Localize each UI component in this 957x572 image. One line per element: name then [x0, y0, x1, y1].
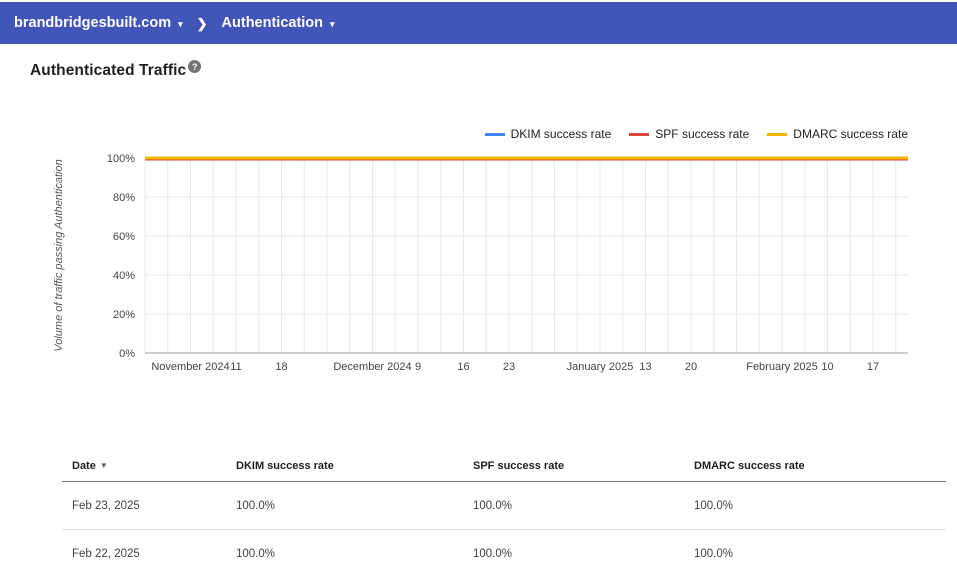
svg-text:9: 9 — [415, 361, 421, 373]
table-cell: 100.0% — [473, 548, 513, 560]
svg-text:40%: 40% — [113, 270, 135, 282]
column-header-date[interactable]: Date ▼ — [62, 460, 226, 472]
legend-line-swatch — [767, 132, 788, 136]
chevron-right-icon: ❯ — [196, 16, 208, 31]
legend-line-swatch — [629, 132, 650, 136]
column-header-dmarc-success-rate[interactable]: DMARC success rate — [684, 460, 946, 472]
svg-text:November 2024: November 2024 — [151, 361, 229, 373]
svg-text:13: 13 — [639, 361, 651, 373]
legend-item: SPF success rate — [629, 127, 749, 141]
svg-text:Volume of traffic passing Auth: Volume of traffic passing Authentication — [53, 159, 65, 351]
table-cell: 100.0% — [694, 499, 734, 512]
column-header-spf-success-rate[interactable]: SPF success rate — [463, 460, 684, 472]
legend-item: DMARC success rate — [767, 127, 908, 141]
svg-text:23: 23 — [503, 361, 515, 373]
svg-text:20%: 20% — [113, 309, 135, 321]
legend-item: DKIM success rate — [484, 127, 612, 141]
svg-text:16: 16 — [457, 361, 469, 373]
svg-text:100%: 100% — [107, 153, 135, 165]
authentication-table: Date ▼ DKIM success rate SPF success rate DM… — [62, 450, 946, 572]
svg-text:18: 18 — [275, 361, 287, 373]
legend-label: SPF success rate — [655, 127, 750, 141]
svg-text:0%: 0% — [119, 348, 135, 360]
table-cell: Feb 22, 2025 — [72, 548, 140, 560]
column-header-label: DMARC success rate — [694, 459, 805, 472]
svg-text:80%: 80% — [113, 192, 135, 204]
domain-selector-dropdown[interactable]: brandbridgesbuilt.com ▾ — [14, 15, 183, 31]
table-row: Feb 23, 2025 100.0% 100.0% 100.0% — [62, 482, 946, 530]
top-navbar: brandbridgesbuilt.com ▾ ❯ Authentication… — [0, 2, 957, 44]
column-header-label: SPF success rate — [473, 459, 565, 472]
legend-label: DMARC success rate — [793, 127, 908, 141]
page-title: Authenticated Traffic — [30, 62, 187, 79]
chevron-down-icon: ▾ — [178, 18, 183, 29]
table-cell: 100.0% — [236, 499, 276, 512]
sort-descending-icon: ▼ — [99, 461, 108, 470]
table-cell: 100.0% — [694, 548, 734, 560]
table-row: Feb 22, 2025 100.0% 100.0% 100.0% — [62, 530, 946, 572]
column-header-label: Date — [72, 459, 96, 472]
section-selector-label: Authentication — [221, 15, 324, 31]
chevron-down-icon: ▾ — [330, 18, 335, 29]
column-header-dkim-success-rate[interactable]: DKIM success rate — [226, 460, 463, 472]
svg-text:11: 11 — [230, 361, 241, 373]
section-selector-dropdown[interactable]: Authentication ▾ — [222, 15, 335, 31]
postmaster-page: brandbridgesbuilt.com ▾ ❯ Authentication… — [0, 0, 957, 572]
chart-legend: DKIM success rate SPF success rate DMARC s… — [484, 127, 908, 141]
legend-line-swatch — [484, 132, 505, 136]
table-cell: 100.0% — [236, 548, 276, 560]
table-cell: 100.0% — [473, 499, 513, 512]
help-icon[interactable]: ? — [188, 60, 202, 73]
title-row: Authenticated Traffic ? — [30, 60, 202, 80]
authenticated-traffic-chart: 100% 80% 60% 40% 20% 0% November 2024 11 18 Decem… — [53, 153, 908, 373]
svg-text:January 2025: January 2025 — [567, 361, 634, 373]
svg-text:60%: 60% — [113, 231, 135, 243]
svg-text:10: 10 — [821, 361, 833, 373]
svg-text:20: 20 — [685, 361, 697, 373]
column-header-label: DKIM success rate — [236, 459, 334, 472]
table-body: Feb 23, 2025 100.0% 100.0% 100.0% Feb 22, 20… — [62, 482, 946, 572]
table-cell: Feb 23, 2025 — [72, 499, 140, 512]
table-header-row: Date ▼ DKIM success rate SPF success rate DM… — [62, 450, 946, 482]
svg-text:17: 17 — [867, 361, 879, 373]
svg-text:February 2025: February 2025 — [746, 361, 818, 373]
domain-selector-label: brandbridgesbuilt.com — [14, 15, 172, 31]
svg-text:December 2024: December 2024 — [333, 361, 411, 373]
legend-label: DKIM success rate — [510, 127, 612, 141]
